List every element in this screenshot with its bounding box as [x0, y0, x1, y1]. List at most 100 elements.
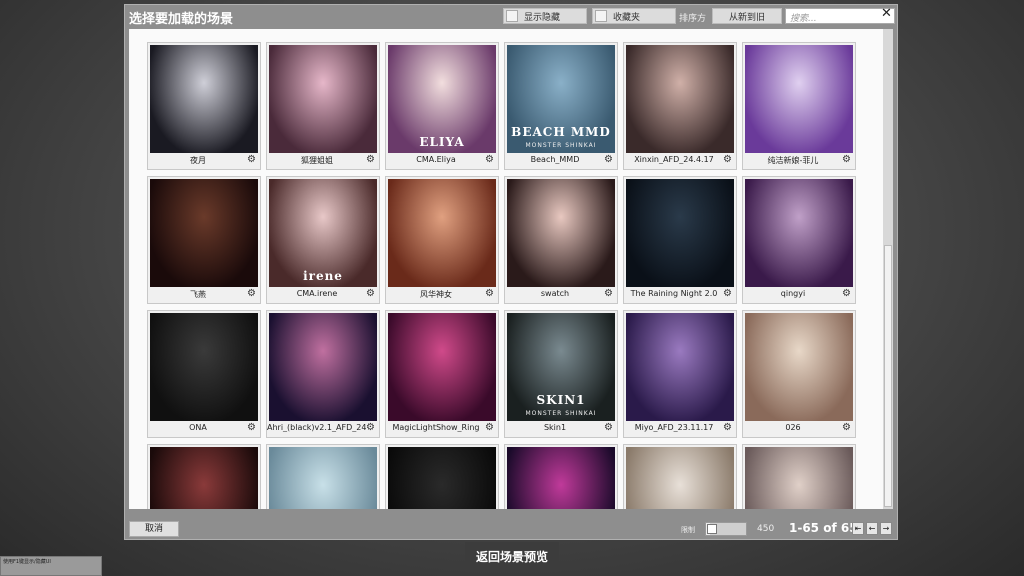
scene-thumbnail[interactable] — [388, 447, 496, 509]
scene-label: 飞燕 — [190, 290, 206, 299]
scene-tile[interactable] — [385, 444, 499, 509]
dialog-title: 选择要加载的场景 — [129, 12, 234, 27]
scene-tile[interactable] — [504, 444, 618, 509]
scene-thumbnail[interactable] — [745, 45, 853, 153]
scene-tile[interactable]: ONA ⚙ — [147, 310, 261, 438]
scene-tile[interactable]: 026 ⚙ — [742, 310, 856, 438]
gear-icon[interactable]: ⚙ — [485, 422, 494, 433]
scene-tile[interactable]: 夜月 ⚙ — [147, 42, 261, 170]
gear-icon[interactable]: ⚙ — [604, 422, 613, 433]
gear-icon[interactable]: ⚙ — [604, 288, 613, 299]
scene-thumbnail[interactable] — [626, 179, 734, 287]
scene-tile[interactable]: swatch ⚙ — [504, 176, 618, 304]
limit-label: 限制 — [681, 526, 695, 534]
gear-icon[interactable]: ⚙ — [842, 422, 851, 433]
scene-tile[interactable]: 纯洁新娘-菲儿 ⚙ — [742, 42, 856, 170]
gear-icon[interactable]: ⚙ — [247, 288, 256, 299]
scene-label: Beach_MMD — [530, 155, 580, 164]
scene-thumbnail[interactable]: BEACH MMD MONSTER SHINKAI — [507, 45, 615, 153]
scene-grid: 夜月 ⚙ 狐狸姐姐 ⚙ ELIYA CMA.Eliya ⚙ BEACH MMD MONSTER … — [129, 29, 883, 509]
scene-thumbnail[interactable] — [626, 447, 734, 509]
gear-icon[interactable]: ⚙ — [723, 422, 732, 433]
next-page-button[interactable]: → — [880, 522, 892, 535]
scene-tile[interactable]: BEACH MMD MONSTER SHINKAI Beach_MMD ⚙ — [504, 42, 618, 170]
back-to-preview-button[interactable]: 返回场景预览 — [465, 542, 559, 572]
scene-thumbnail[interactable] — [507, 179, 615, 287]
prev-page-button[interactable]: ← — [866, 522, 878, 535]
scene-thumbnail[interactable] — [388, 313, 496, 421]
gear-icon[interactable]: ⚙ — [247, 422, 256, 433]
scrollbar-thumb[interactable] — [884, 245, 892, 507]
scene-thumbnail[interactable]: ELIYA — [388, 45, 496, 153]
scene-thumbnail[interactable] — [626, 313, 734, 421]
scene-tile[interactable]: 飞燕 ⚙ — [147, 176, 261, 304]
scene-tile[interactable]: Xinxin_AFD_24.4.17 ⚙ — [623, 42, 737, 170]
gear-icon[interactable]: ⚙ — [723, 288, 732, 299]
gear-icon[interactable]: ⚙ — [723, 154, 732, 165]
scene-tile[interactable]: ELIYA CMA.Eliya ⚙ — [385, 42, 499, 170]
thumbnail-overlay-text: SKIN1 — [536, 393, 586, 407]
scene-thumbnail[interactable] — [626, 45, 734, 153]
close-icon[interactable]: ✕ — [881, 6, 892, 21]
gear-icon[interactable]: ⚙ — [485, 288, 494, 299]
limit-slider-handle[interactable] — [707, 524, 717, 534]
scene-load-dialog: 选择要加载的场景 显示隐藏 收藏夹 排序方 从新到旧 搜索... ✕ 夜月 ⚙ 狐狸… — [124, 4, 898, 540]
limit-value: 450 — [757, 524, 775, 534]
scene-thumbnail[interactable] — [150, 45, 258, 153]
gear-icon[interactable]: ⚙ — [604, 154, 613, 165]
gear-icon[interactable]: ⚙ — [366, 288, 375, 299]
page-info: 1-65 of 65 — [789, 521, 858, 535]
scene-label: Skin1 — [543, 423, 567, 432]
scene-tile[interactable]: 狐狸姐姐 ⚙ — [266, 42, 380, 170]
sort-label: 排序方 — [679, 14, 707, 24]
scene-tile[interactable]: Ahri_(black)v2.1_AFD_24.1.26⚙ — [266, 310, 380, 438]
ui-hint-panel: 使用F1键显示/隐藏UI — [0, 556, 102, 576]
show-hidden-checkbox[interactable] — [506, 10, 518, 22]
scene-label: CMA.Eliya — [416, 155, 456, 164]
scene-tile[interactable]: 风华神女 ⚙ — [385, 176, 499, 304]
scene-thumbnail[interactable]: SKIN1 MONSTER SHINKAI — [507, 313, 615, 421]
gear-icon[interactable]: ⚙ — [366, 422, 375, 433]
scene-label: Ahri_(black)v2.1_AFD_24.1.26 — [267, 423, 367, 432]
scene-thumbnail[interactable] — [269, 313, 377, 421]
first-page-button[interactable]: ⇤ — [852, 522, 864, 535]
scene-thumbnail[interactable] — [745, 447, 853, 509]
gear-icon[interactable]: ⚙ — [366, 154, 375, 165]
thumbnail-overlay-subtext: MONSTER SHINKAI — [525, 410, 597, 417]
thumbnail-overlay-text: ELIYA — [419, 135, 465, 149]
scene-tile[interactable]: irene CMA.irene ⚙ — [266, 176, 380, 304]
sort-button[interactable]: 从新到旧 — [712, 8, 782, 24]
scene-tile[interactable]: MagicLightShow_Ring ⚙ — [385, 310, 499, 438]
limit-slider[interactable] — [705, 522, 747, 536]
gear-icon[interactable]: ⚙ — [485, 154, 494, 165]
scene-thumbnail[interactable] — [745, 313, 853, 421]
scene-tile[interactable] — [742, 444, 856, 509]
scrollbar[interactable] — [883, 29, 893, 509]
thumbnail-overlay-subtext: MONSTER SHINKAI — [525, 142, 597, 149]
scene-tile[interactable] — [147, 444, 261, 509]
scene-thumbnail[interactable] — [150, 179, 258, 287]
scene-thumbnail[interactable] — [507, 447, 615, 509]
scene-thumbnail[interactable] — [269, 45, 377, 153]
scene-thumbnail[interactable] — [150, 313, 258, 421]
favorites-checkbox[interactable] — [595, 10, 607, 22]
show-hidden-toggle[interactable]: 显示隐藏 — [503, 8, 587, 24]
gear-icon[interactable]: ⚙ — [247, 154, 256, 165]
scene-tile[interactable]: Miyo_AFD_23.11.17 ⚙ — [623, 310, 737, 438]
search-input[interactable]: 搜索... — [785, 8, 895, 24]
gear-icon[interactable]: ⚙ — [842, 154, 851, 165]
scene-thumbnail[interactable] — [388, 179, 496, 287]
scene-tile[interactable]: The Raining Night 2.0 ⚙ — [623, 176, 737, 304]
scene-tile[interactable]: SKIN1 MONSTER SHINKAI Skin1 ⚙ — [504, 310, 618, 438]
scene-thumbnail[interactable] — [150, 447, 258, 509]
scene-tile[interactable] — [623, 444, 737, 509]
scene-thumbnail[interactable] — [269, 447, 377, 509]
gear-icon[interactable]: ⚙ — [842, 288, 851, 299]
scene-tile[interactable] — [266, 444, 380, 509]
scene-thumbnail[interactable] — [745, 179, 853, 287]
scene-thumbnail[interactable]: irene — [269, 179, 377, 287]
scene-tile[interactable]: qingyi ⚙ — [742, 176, 856, 304]
cancel-button[interactable]: 取消 — [129, 521, 179, 537]
favorites-toggle[interactable]: 收藏夹 — [592, 8, 676, 24]
scene-label: 狐狸姐姐 — [301, 156, 333, 165]
